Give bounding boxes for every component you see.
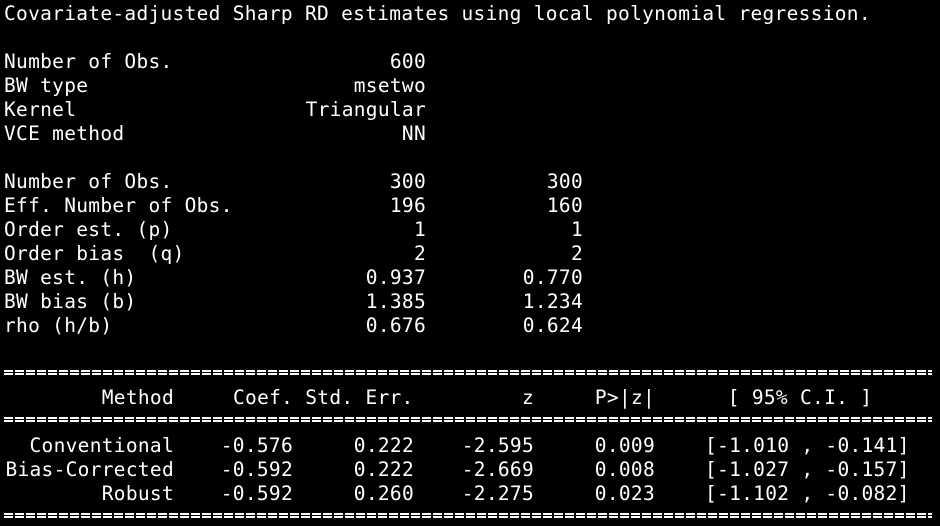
side-label: rho (h/b)	[4, 314, 113, 337]
table-bottom-rule	[4, 512, 932, 519]
side-left-value: 300	[389, 170, 426, 193]
summary-value-bwtype: msetwo	[353, 74, 426, 97]
row-ci: [-1.027 , -0.157]	[705, 458, 910, 481]
row-ci: [-1.010 , -0.141]	[705, 434, 910, 457]
table-header-rule	[4, 416, 932, 423]
side-right-value: 300	[546, 170, 583, 193]
side-label: Order bias (q)	[4, 242, 185, 265]
table-top-rule	[4, 369, 932, 376]
side-right-value: 0.770	[522, 266, 583, 289]
row-z: -2.275	[461, 482, 534, 505]
summary-value-vce: NN	[401, 122, 426, 145]
row-ci: [-1.102 , -0.082]	[705, 482, 910, 505]
side-left-value: 0.937	[365, 266, 426, 289]
row-coef: -0.592	[220, 482, 293, 505]
header-coef-se: Coef. Std. Err.	[233, 386, 414, 409]
row-z: -2.669	[461, 458, 534, 481]
side-right-value: 160	[546, 194, 583, 217]
side-left-value: 1	[413, 218, 426, 241]
side-left-value: 2	[413, 242, 426, 265]
row-method: Conventional	[29, 434, 174, 457]
row-coef: -0.576	[220, 434, 293, 457]
summary-value-nobs: 600	[389, 50, 426, 73]
summary-label-nobs: Number of Obs.	[4, 50, 173, 73]
side-left-value: 0.676	[365, 314, 426, 337]
side-label: BW est. (h)	[4, 266, 137, 289]
side-label: BW bias (b)	[4, 290, 137, 313]
summary-label-kernel: Kernel	[4, 98, 77, 121]
row-coef: -0.592	[220, 458, 293, 481]
side-right-value: 1	[570, 218, 583, 241]
row-p: 0.023	[594, 482, 655, 505]
header-z: z	[521, 386, 534, 409]
row-se: 0.222	[353, 458, 414, 481]
side-right-value: 2	[570, 242, 583, 265]
row-z: -2.595	[461, 434, 534, 457]
row-method: Bias-Corrected	[5, 458, 174, 481]
summary-label-bwtype: BW type	[4, 74, 89, 97]
header-method: Method	[101, 386, 174, 409]
side-left-value: 1.385	[365, 290, 426, 313]
row-method: Robust	[101, 482, 174, 505]
header-ci: [ 95% C.I. ]	[727, 386, 873, 409]
output-title: Covariate-adjusted Sharp RD estimates us…	[4, 2, 871, 25]
row-se: 0.222	[353, 434, 414, 457]
row-p: 0.009	[594, 434, 655, 457]
header-p: P>|z|	[594, 386, 656, 409]
side-label: Order est. (p)	[4, 218, 173, 241]
side-right-value: 0.624	[522, 314, 583, 337]
side-left-value: 196	[389, 194, 426, 217]
side-label: Number of Obs.	[4, 170, 173, 193]
side-label: Eff. Number of Obs.	[4, 194, 233, 217]
row-p: 0.008	[594, 458, 655, 481]
row-se: 0.260	[353, 482, 414, 505]
side-right-value: 1.234	[522, 290, 583, 313]
summary-value-kernel: Triangular	[305, 98, 426, 121]
summary-label-vce: VCE method	[4, 122, 125, 145]
